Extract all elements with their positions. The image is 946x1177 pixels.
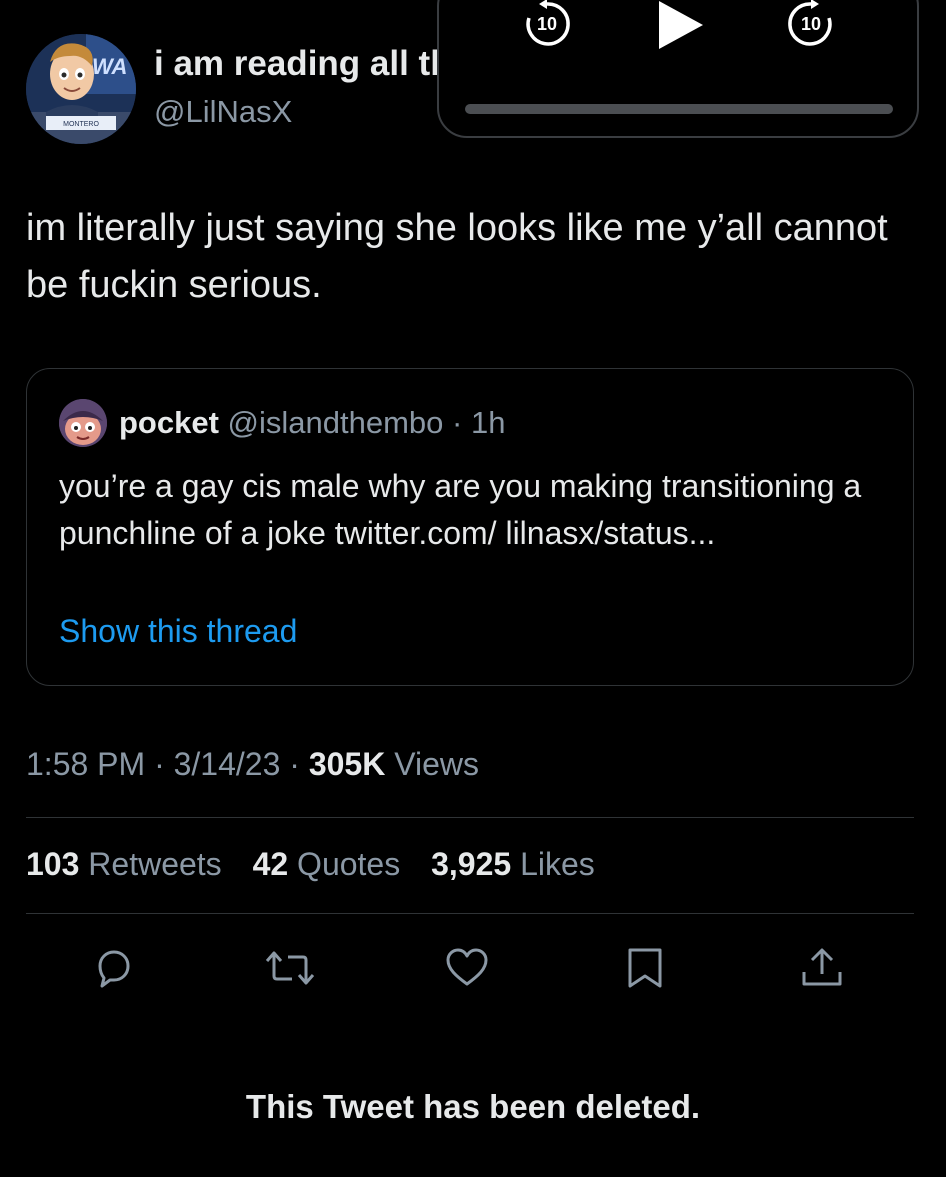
- retweet-icon: [265, 951, 315, 985]
- quoted-author-name[interactable]: pocket: [119, 405, 219, 440]
- share-icon: [802, 948, 842, 986]
- play-button[interactable]: [653, 0, 707, 57]
- retweets-count: 103: [26, 846, 80, 882]
- pip-video-player[interactable]: 10 10: [437, 0, 919, 138]
- deleted-tweet-notice: This Tweet has been deleted.: [245, 1088, 701, 1125]
- forward-seconds-label: 10: [800, 13, 822, 34]
- likes-label: Likes: [520, 846, 595, 882]
- play-icon: [659, 1, 703, 49]
- retweets-label: Retweets: [88, 846, 222, 882]
- quoted-author-avatar[interactable]: [59, 399, 107, 447]
- quotes-stat[interactable]: 42 Quotes: [253, 846, 401, 882]
- avatar-caption: MONTERO: [63, 121, 99, 128]
- retweets-stat[interactable]: 103 Retweets: [26, 846, 222, 882]
- author-avatar[interactable]: WA MONTERO: [26, 34, 136, 144]
- quoted-tweet-header: pocket @islandthembo · 1h: [119, 405, 505, 441]
- avatar-wall-text: WA: [92, 54, 127, 79]
- like-icon: [446, 948, 488, 986]
- tweet-text: im literally just saying she looks like …: [26, 207, 888, 306]
- quoted-tweet-card[interactable]: pocket @islandthembo · 1h you’re a gay c…: [26, 368, 914, 686]
- tweet-meta: 1:58 PM · 3/14/23 · 305K Views: [26, 746, 479, 783]
- likes-count: 3,925: [431, 846, 512, 882]
- cartoon-news-anchor-avatar: WA MONTERO: [26, 34, 136, 144]
- author-display-name[interactable]: i am reading all tl: [154, 44, 446, 84]
- author-handle[interactable]: @LilNasX: [154, 94, 292, 130]
- divider: [26, 817, 914, 818]
- meta-separator: ·: [289, 746, 300, 782]
- tweet-time[interactable]: 1:58 PM: [26, 746, 145, 782]
- tweet-stats: 103 Retweets 42 Quotes 3,925 Likes: [26, 846, 617, 883]
- bookmark-icon: [628, 948, 662, 988]
- divider: [26, 913, 914, 914]
- quotes-count: 42: [252, 846, 289, 882]
- video-progress-bar[interactable]: [465, 104, 893, 114]
- meta-separator: ·: [154, 746, 165, 782]
- share-button[interactable]: [800, 946, 844, 990]
- forward-10-button[interactable]: 10: [785, 0, 837, 50]
- rewind-seconds-label: 10: [536, 13, 558, 34]
- views-label: Views: [394, 746, 479, 782]
- bookmark-button[interactable]: [624, 946, 668, 990]
- reply-icon: [98, 950, 130, 988]
- like-button[interactable]: [444, 946, 488, 990]
- rewind-10-button[interactable]: 10: [521, 0, 573, 50]
- retweet-button[interactable]: [262, 946, 315, 990]
- cartoon-character-avatar: [59, 399, 107, 447]
- quoted-tweet-text: you’re a gay cis male why are you making…: [59, 468, 862, 551]
- likes-stat[interactable]: 3,925 Likes: [431, 846, 595, 882]
- views-count: 305K: [308, 746, 386, 782]
- tweet-date[interactable]: 3/14/23: [174, 746, 281, 782]
- reply-button[interactable]: [92, 946, 136, 990]
- quoted-author-meta: @islandthembo · 1h: [227, 405, 506, 440]
- quotes-label: Quotes: [297, 846, 401, 882]
- show-thread-link[interactable]: Show this thread: [59, 613, 297, 650]
